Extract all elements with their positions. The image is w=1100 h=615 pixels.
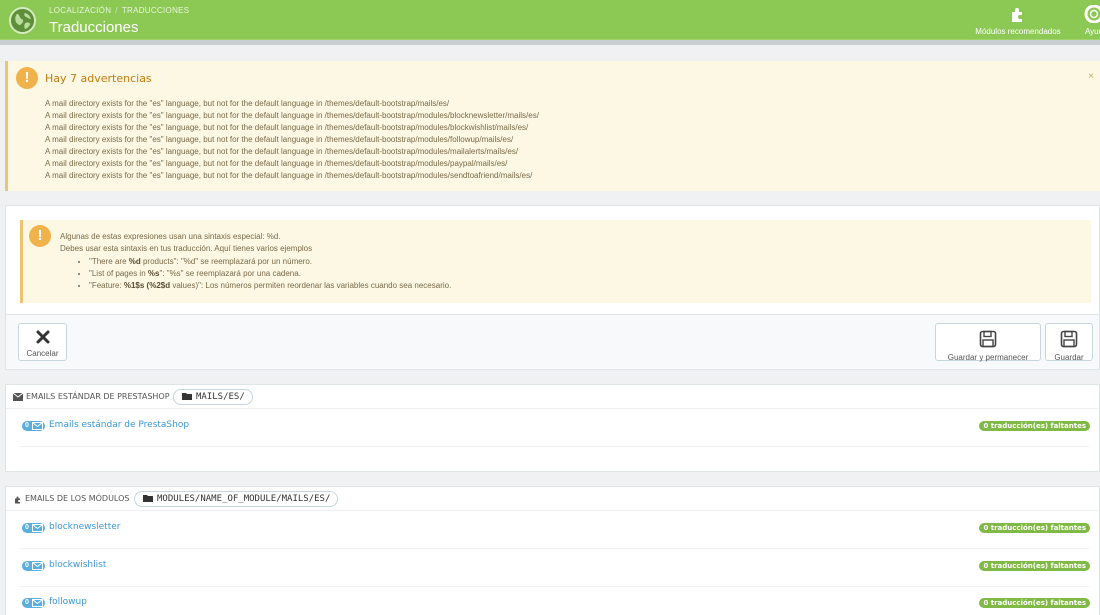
missing-translations-badge: 0 traducción(es) faltantes bbox=[979, 561, 1090, 571]
syntax-info-line: Algunas de estas expresiones usan una si… bbox=[60, 232, 281, 241]
missing-translations-badge: 0 traducción(es) faltantes bbox=[979, 523, 1090, 533]
syntax-info-line: Debes usar esta sintaxis en tus traducci… bbox=[60, 244, 313, 253]
breadcrumb: LOCALIZACIÓN / TRADUCCIONES bbox=[49, 6, 189, 15]
warnings-alert: ! Hay 7 advertencias × A mail directory … bbox=[5, 61, 1100, 191]
path-badge: MODULES/NAME_OF_MODULE/MAILS/ES/ bbox=[134, 491, 339, 507]
syntax-example: "Feature: %1$s (%2$d values)": Los númer… bbox=[89, 280, 451, 292]
envelope-icon bbox=[12, 392, 24, 404]
warning-item: A mail directory exists for the "es" lan… bbox=[45, 111, 539, 120]
page-header: LOCALIZACIÓN / TRADUCCIONES Traducciones M… bbox=[0, 0, 1100, 40]
count-badge: 0 bbox=[22, 561, 45, 571]
header-divider bbox=[0, 40, 1100, 45]
breadcrumb-traducciones[interactable]: TRADUCCIONES bbox=[122, 6, 190, 15]
envelope-icon bbox=[32, 562, 43, 570]
recommended-modules-label: Módulos recomendados bbox=[975, 27, 1061, 36]
path-badge: MAILS/ES/ bbox=[173, 389, 253, 405]
standard-emails-section: EMAILS ESTÁNDAR DE PRESTASHOP MAILS/ES/ … bbox=[5, 384, 1100, 472]
save-and-stay-button[interactable]: Guardar y permanecer bbox=[935, 323, 1041, 362]
missing-translations-badge: 0 traducción(es) faltantes bbox=[979, 598, 1090, 608]
breadcrumb-localizacion[interactable]: LOCALIZACIÓN bbox=[49, 6, 111, 15]
envelope-icon bbox=[32, 524, 43, 532]
module-link-blockwishlist[interactable]: blockwishlist bbox=[49, 560, 106, 570]
warning-item: A mail directory exists for the "es" lan… bbox=[45, 147, 519, 156]
warning-item: A mail directory exists for the "es" lan… bbox=[45, 171, 533, 180]
section-heading: EMAILS DE LOS MÓDULOS MODULES/NAME_OF_MO… bbox=[6, 487, 1099, 511]
path-text: MAILS/ES/ bbox=[196, 392, 245, 402]
save-button[interactable]: Guardar bbox=[1045, 323, 1093, 362]
save-and-stay-label: Guardar y permanecer bbox=[947, 353, 1029, 362]
email-group-link[interactable]: Emails estándar de PrestaShop bbox=[49, 420, 189, 430]
lifebuoy-icon bbox=[1074, 4, 1100, 25]
count-badge: 0 bbox=[22, 598, 45, 608]
syntax-example: "List of pages in %s": "%s" se reemplaza… bbox=[89, 268, 451, 280]
translation-form-panel: ! Algunas de estas expresiones usan una … bbox=[5, 205, 1100, 315]
floppy-disk-icon bbox=[1046, 330, 1092, 350]
envelope-icon bbox=[32, 422, 43, 430]
cancel-button[interactable]: Cancelar bbox=[18, 323, 67, 361]
missing-translations-badge: 0 traducción(es) faltantes bbox=[979, 421, 1090, 431]
warning-item: A mail directory exists for the "es" lan… bbox=[45, 135, 514, 144]
module-link-blocknewsletter[interactable]: blocknewsletter bbox=[49, 522, 121, 532]
count-badge: 0 bbox=[22, 523, 45, 533]
section-title: EMAILS ESTÁNDAR DE PRESTASHOP bbox=[26, 392, 170, 401]
recommended-modules-button[interactable]: Módulos recomendados bbox=[966, 5, 1070, 36]
list-item[interactable]: 0 followup 0 traducción(es) faltantes bbox=[6, 587, 1099, 615]
warnings-list: A mail directory exists for the "es" lan… bbox=[45, 98, 539, 182]
count-badge: 0 bbox=[22, 421, 45, 431]
form-toolbar: Cancelar Guardar y permanecer Guardar bbox=[5, 315, 1100, 370]
close-icon[interactable]: × bbox=[1088, 71, 1094, 82]
exclamation-icon: ! bbox=[29, 225, 51, 247]
globe-icon bbox=[9, 7, 36, 34]
list-item[interactable]: 0 Emails estándar de PrestaShop 0 traduc… bbox=[6, 409, 1099, 447]
cancel-label: Cancelar bbox=[26, 349, 59, 358]
floppy-disk-icon bbox=[936, 330, 1040, 350]
list-item[interactable]: 0 blocknewsletter 0 traducción(es) falta… bbox=[6, 511, 1099, 549]
syntax-example: "There are %d products": "%d" se reempla… bbox=[89, 256, 451, 268]
warning-item: A mail directory exists for the "es" lan… bbox=[45, 123, 529, 132]
exclamation-icon: ! bbox=[16, 67, 38, 89]
breadcrumb-separator: / bbox=[115, 6, 118, 15]
warning-item: A mail directory exists for the "es" lan… bbox=[45, 99, 450, 108]
close-icon bbox=[19, 330, 66, 346]
folder-icon bbox=[182, 391, 192, 405]
page-title: Traducciones bbox=[49, 19, 139, 36]
folder-icon bbox=[143, 493, 153, 507]
puzzle-icon bbox=[966, 5, 1070, 25]
divider bbox=[20, 446, 1089, 447]
help-button[interactable]: Ayud bbox=[1074, 4, 1100, 36]
module-link-followup[interactable]: followup bbox=[49, 597, 87, 607]
envelope-icon bbox=[32, 599, 43, 607]
section-title: EMAILS DE LOS MÓDULOS bbox=[25, 494, 130, 503]
save-label: Guardar bbox=[1054, 353, 1084, 362]
syntax-examples-list: "There are %d products": "%d" se reempla… bbox=[89, 256, 451, 292]
section-heading: EMAILS ESTÁNDAR DE PRESTASHOP MAILS/ES/ bbox=[6, 385, 1099, 409]
list-item[interactable]: 0 blockwishlist 0 traducción(es) faltant… bbox=[6, 549, 1099, 587]
puzzle-icon bbox=[13, 495, 23, 507]
help-label: Ayud bbox=[1084, 27, 1100, 36]
warning-item: A mail directory exists for the "es" lan… bbox=[45, 159, 508, 168]
module-emails-section: EMAILS DE LOS MÓDULOS MODULES/NAME_OF_MO… bbox=[5, 486, 1100, 615]
warnings-title: Hay 7 advertencias bbox=[45, 72, 152, 85]
syntax-info-alert: ! Algunas de estas expresiones usan una … bbox=[20, 220, 1091, 303]
path-text: MODULES/NAME_OF_MODULE/MAILS/ES/ bbox=[157, 494, 331, 504]
